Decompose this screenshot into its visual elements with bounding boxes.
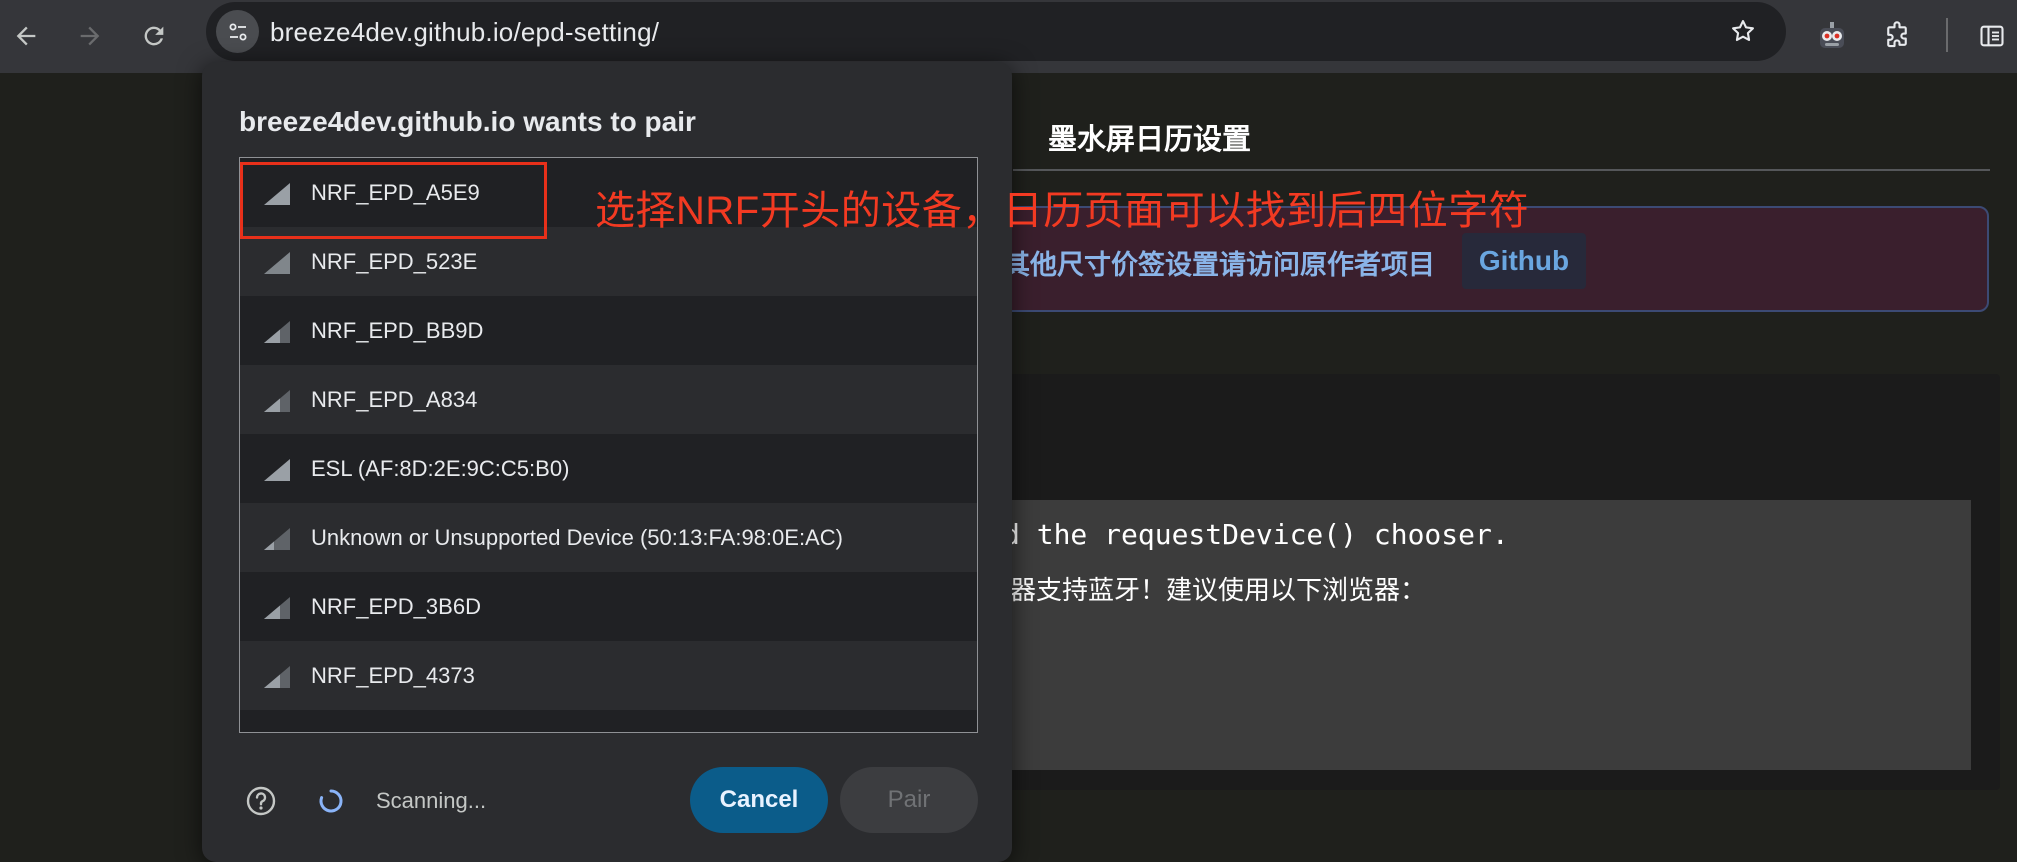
dialog-footer: Scanning... Cancel Pair (202, 762, 1012, 862)
signal-strength-icon (264, 252, 290, 274)
url-text[interactable]: breeze4dev.github.io/epd-setting/ (270, 17, 659, 48)
device-name: ESL (AF:8D:2E:9C:C5:B0) (311, 456, 570, 481)
signal-strength-icon (264, 459, 290, 481)
page-title: 墨水屏日历设置 (1048, 124, 1252, 156)
forward-button[interactable] (66, 12, 114, 60)
back-arrow-icon (16, 26, 36, 46)
puzzle-icon (1887, 21, 1907, 48)
annotation-highlight-box (240, 162, 547, 239)
device-name: NRF_EPD_3B6D (311, 594, 481, 619)
github-link[interactable]: Github (1462, 233, 1586, 289)
side-panel-button[interactable] (1968, 12, 2016, 60)
signal-strength-icon (264, 390, 290, 412)
signal-strength-icon (264, 321, 290, 343)
notice-text: 其他尺寸价签设置请访问原作者项目 (1003, 250, 1435, 280)
device-item[interactable]: ESL (AF:8D:2E:9C:C5:B0) (240, 434, 977, 503)
forward-arrow-icon (80, 26, 100, 46)
log-line: 器支持蓝牙！建议使用以下浏览器： (1010, 576, 1427, 606)
help-icon[interactable] (246, 786, 276, 816)
signal-strength-icon (264, 666, 290, 688)
device-item[interactable]: NRF_EPD_BB9D (240, 296, 977, 365)
dialog-title: breeze4dev.github.io wants to pair (239, 106, 696, 137)
signal-strength-icon (264, 528, 290, 550)
spinner-icon (319, 789, 343, 813)
extensions-button[interactable] (1873, 12, 1921, 60)
side-panel-icon (1980, 25, 2004, 47)
signal-strength-icon (264, 597, 290, 619)
robot-icon (1820, 22, 1844, 48)
device-name: NRF_EPD_523E (311, 249, 478, 274)
back-button[interactable] (2, 12, 50, 60)
tune-icon (229, 23, 246, 40)
title-divider (1013, 169, 1990, 171)
toolbar-separator (1946, 18, 1948, 52)
device-name: NRF_EPD_A834 (311, 387, 478, 412)
reload-icon (144, 26, 164, 46)
device-item[interactable]: NRF_EPD_3B6D (240, 572, 977, 641)
scanning-status: Scanning... (376, 788, 487, 813)
device-name: NRF_EPD_4373 (311, 663, 475, 688)
device-item[interactable]: Unknown or Unsupported Device (50:13:FA:… (240, 503, 977, 572)
pair-button[interactable]: Pair (840, 767, 978, 833)
cancel-button[interactable]: Cancel (690, 767, 828, 833)
annotation-text: 选择NRF开头的设备，日历页面可以找到后四位字符 (595, 189, 1530, 233)
device-name: NRF_EPD_BB9D (311, 318, 484, 343)
extension-avatar-button[interactable] (1808, 12, 1856, 60)
device-item[interactable]: NRF_EPD_4373 (240, 641, 977, 710)
device-item[interactable]: NRF_EPD_A834 (240, 365, 977, 434)
site-info-button[interactable] (216, 10, 259, 53)
address-bar[interactable]: breeze4dev.github.io/epd-setting/ (206, 2, 1786, 61)
log-line: d the requestDevice() chooser. (1003, 518, 1509, 551)
device-name: Unknown or Unsupported Device (50:13:FA:… (311, 525, 843, 550)
device-list[interactable]: NRF_EPD_A5E9 NRF_EPD_523E NRF_EPD_BB9D N… (239, 157, 978, 733)
reload-button[interactable] (130, 12, 178, 60)
bookmark-button[interactable] (1726, 14, 1760, 48)
star-icon (1732, 20, 1754, 42)
